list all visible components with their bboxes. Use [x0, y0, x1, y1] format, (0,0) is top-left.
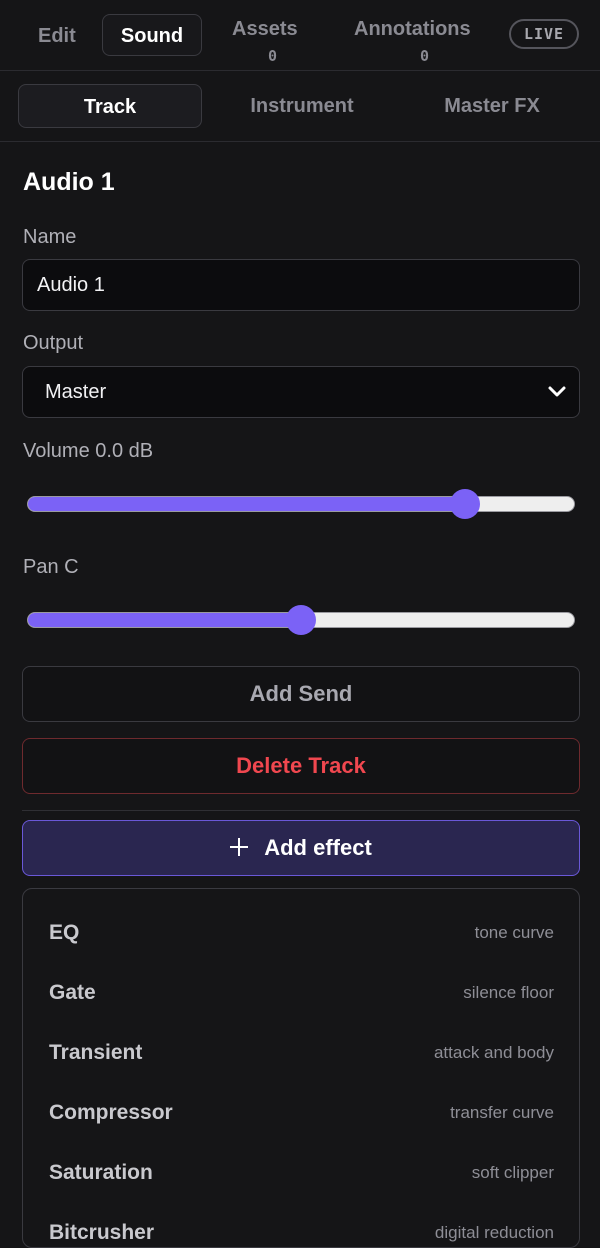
top-navigation: Edit Sound Assets 0 Annotations 0 LIVE — [0, 0, 600, 71]
volume-slider-thumb[interactable] — [450, 489, 481, 519]
add-effect-label: Add effect — [264, 835, 372, 860]
chevron-down-icon — [548, 386, 566, 397]
effect-item-bitcrusher[interactable]: Bitcrusher digital reduction — [23, 1201, 579, 1247]
effect-name: Transient — [49, 1041, 143, 1064]
effect-item-compressor[interactable]: Compressor transfer curve — [23, 1081, 579, 1141]
tab-annotations-count: 0 — [420, 47, 430, 65]
tab-edit[interactable]: Edit — [38, 25, 76, 48]
effect-menu: EQ tone curve Gate silence floor Transie… — [22, 888, 580, 1248]
plus-icon — [230, 838, 249, 856]
pan-slider-thumb[interactable] — [286, 605, 316, 635]
tab-assets-label: Assets — [232, 18, 298, 40]
effect-description: tone curve — [474, 923, 554, 942]
volume-label: Volume 0.0 dB — [23, 440, 154, 462]
tab-assets-count: 0 — [268, 47, 278, 65]
subtab-instrument[interactable]: Instrument — [212, 84, 392, 128]
effect-item-saturation[interactable]: Saturation soft clipper — [23, 1141, 579, 1201]
effect-description: attack and body — [433, 1043, 554, 1062]
effect-description: transfer curve — [450, 1103, 554, 1122]
volume-slider-fill — [28, 497, 465, 511]
output-label: Output — [23, 332, 84, 354]
live-badge[interactable]: LIVE — [509, 19, 579, 49]
effect-description: soft clipper — [471, 1163, 554, 1182]
tab-annotations[interactable]: Annotations 0 — [354, 18, 494, 65]
output-select[interactable]: Master — [22, 366, 580, 418]
add-send-button[interactable]: Add Send — [22, 666, 580, 722]
tab-annotations-label: Annotations — [354, 18, 471, 40]
sub-tabs: Track Instrument Master FX — [0, 71, 600, 142]
subtab-track[interactable]: Track — [18, 84, 202, 128]
divider — [22, 810, 580, 811]
tab-assets[interactable]: Assets 0 — [232, 18, 312, 65]
name-label: Name — [23, 226, 77, 248]
effect-item-eq[interactable]: EQ tone curve — [23, 901, 579, 961]
effect-name: Bitcrusher — [49, 1221, 155, 1244]
name-input[interactable] — [22, 259, 580, 311]
volume-slider-track — [27, 496, 575, 512]
effect-name: Compressor — [49, 1101, 173, 1124]
pan-slider[interactable] — [27, 605, 575, 635]
tab-sound[interactable]: Sound — [102, 14, 202, 56]
effect-name: Saturation — [49, 1161, 153, 1184]
pan-label: Pan C — [23, 556, 79, 578]
effect-description: silence floor — [463, 983, 554, 1002]
delete-track-button[interactable]: Delete Track — [22, 738, 580, 794]
add-effect-button[interactable]: Add effect — [22, 820, 580, 876]
subtab-master-fx[interactable]: Master FX — [402, 84, 582, 128]
effect-item-gate[interactable]: Gate silence floor — [23, 961, 579, 1021]
effect-item-transient[interactable]: Transient attack and body — [23, 1021, 579, 1081]
effect-description: digital reduction — [434, 1223, 554, 1242]
effect-name: Gate — [49, 981, 96, 1004]
track-title: Audio 1 — [23, 168, 115, 196]
output-select-value: Master — [45, 381, 107, 403]
volume-slider[interactable] — [27, 489, 575, 519]
pan-slider-fill — [28, 613, 301, 627]
effect-name: EQ — [49, 921, 80, 944]
